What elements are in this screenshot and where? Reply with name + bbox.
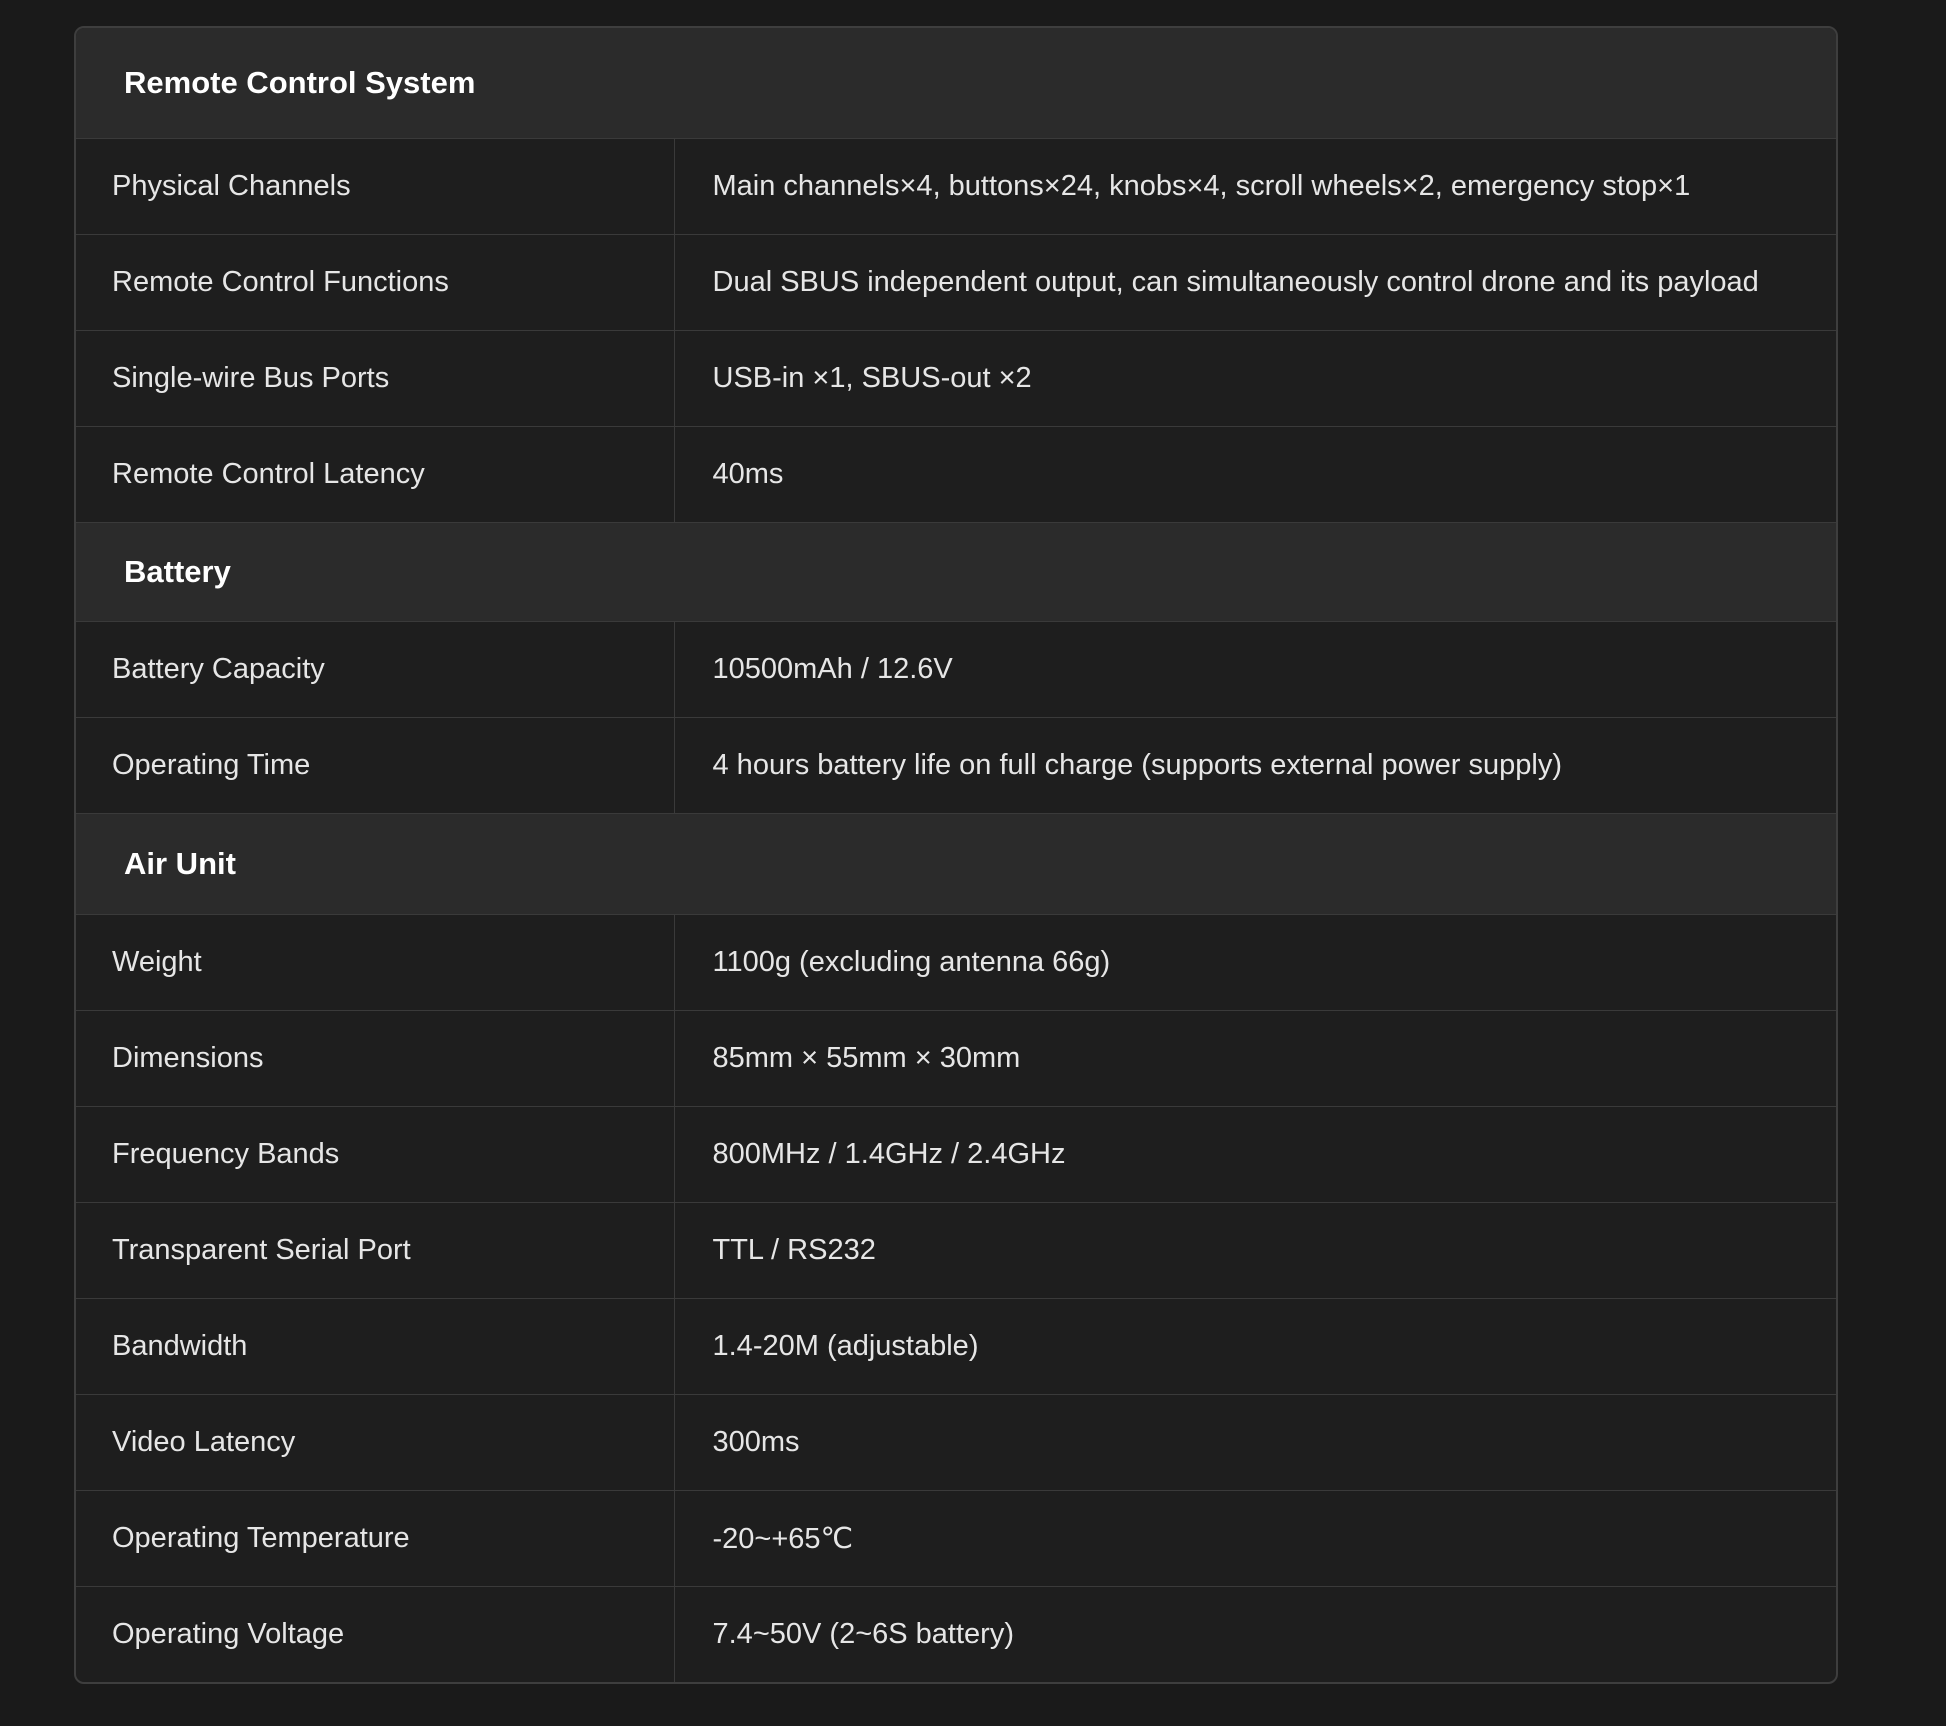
table-row: Remote Control Latency 40ms [76, 426, 1836, 523]
spec-value: Main channels×4, buttons×24, knobs×4, sc… [673, 138, 1836, 235]
spec-value: TTL / RS232 [673, 1202, 1836, 1299]
spec-value: 4 hours battery life on full charge (sup… [673, 717, 1836, 814]
spec-label: Transparent Serial Port [76, 1202, 674, 1299]
table-row: Operating Time 4 hours battery life on f… [76, 717, 1836, 814]
table-row: Dimensions 85mm × 55mm × 30mm [76, 1010, 1836, 1107]
table-row: Battery Capacity 10500mAh / 12.6V [76, 621, 1836, 718]
spec-value: 800MHz / 1.4GHz / 2.4GHz [673, 1106, 1836, 1203]
table-row: Transparent Serial Port TTL / RS232 [76, 1202, 1836, 1299]
table-row: Operating Temperature -20~+65℃ [76, 1490, 1836, 1587]
spec-label: Bandwidth [76, 1298, 674, 1395]
spec-label: Single-wire Bus Ports [76, 330, 674, 427]
spec-label: Operating Voltage [76, 1586, 674, 1682]
table-row: Weight 1100g (excluding antenna 66g) [76, 914, 1836, 1011]
spec-label: Battery Capacity [76, 621, 674, 718]
table-row: Single-wire Bus Ports USB-in ×1, SBUS-ou… [76, 330, 1836, 427]
spec-value: 85mm × 55mm × 30mm [673, 1010, 1836, 1107]
spec-table: Remote Control System Physical Channels … [76, 28, 1836, 1682]
spec-value: 40ms [673, 426, 1836, 523]
section-header-air-unit: Air Unit [76, 813, 1836, 915]
section-header-remote-control-system: Remote Control System [76, 28, 1836, 139]
spec-label: Operating Time [76, 717, 674, 814]
spec-value: 1100g (excluding antenna 66g) [673, 914, 1836, 1011]
section-title: Air Unit [76, 813, 1836, 915]
spec-value: -20~+65℃ [673, 1490, 1836, 1587]
table-row: Remote Control Functions Dual SBUS indep… [76, 234, 1836, 331]
section-title: Remote Control System [76, 28, 1836, 139]
table-row: Frequency Bands 800MHz / 1.4GHz / 2.4GHz [76, 1106, 1836, 1203]
table-row: Operating Voltage 7.4~50V (2~6S battery) [76, 1586, 1836, 1682]
spec-table-card: Remote Control System Physical Channels … [74, 26, 1838, 1684]
spec-label: Weight [76, 914, 674, 1011]
spec-value: 300ms [673, 1394, 1836, 1491]
spec-label: Operating Temperature [76, 1490, 674, 1587]
spec-label: Remote Control Functions [76, 234, 674, 331]
table-row: Bandwidth 1.4-20M (adjustable) [76, 1298, 1836, 1395]
spec-value: 7.4~50V (2~6S battery) [673, 1586, 1836, 1682]
table-row: Physical Channels Main channels×4, butto… [76, 138, 1836, 235]
spec-value: USB-in ×1, SBUS-out ×2 [673, 330, 1836, 427]
section-title: Battery [76, 522, 1836, 622]
section-header-battery: Battery [76, 522, 1836, 622]
spec-label: Video Latency [76, 1394, 674, 1491]
spec-label: Frequency Bands [76, 1106, 674, 1203]
spec-label: Physical Channels [76, 138, 674, 235]
table-row: Video Latency 300ms [76, 1394, 1836, 1491]
spec-label: Dimensions [76, 1010, 674, 1107]
spec-value: 1.4-20M (adjustable) [673, 1298, 1836, 1395]
spec-label: Remote Control Latency [76, 426, 674, 523]
spec-value: Dual SBUS independent output, can simult… [673, 234, 1836, 331]
spec-value: 10500mAh / 12.6V [673, 621, 1836, 718]
